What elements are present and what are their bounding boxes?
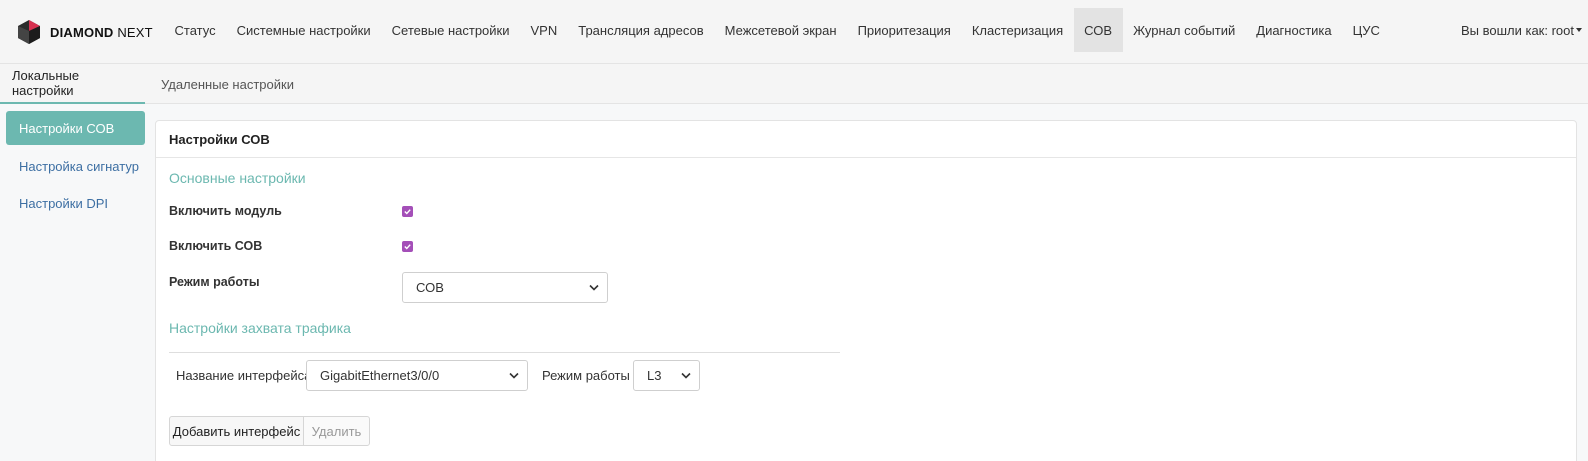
- interface-mode-select-value: L3: [647, 368, 662, 383]
- diamond-logo-icon: [18, 20, 40, 44]
- section-divider: [169, 352, 840, 353]
- interface-name-label: Название интерфейса: [176, 368, 312, 383]
- nav-diagnostics[interactable]: Диагностика: [1246, 8, 1342, 52]
- chevron-down-icon: [589, 284, 599, 291]
- chevron-down-icon: [681, 372, 691, 379]
- mode-select-value: СОВ: [416, 280, 444, 295]
- main-nav: Статус Системные настройки Сетевые настр…: [164, 8, 1390, 52]
- enable-ids-checkbox[interactable]: [402, 241, 413, 252]
- nav-event-log[interactable]: Журнал событий: [1123, 8, 1246, 52]
- sidebar-item-dpi-settings[interactable]: Настройки DPI: [6, 186, 145, 220]
- nav-qos[interactable]: Приоритезация: [847, 8, 961, 52]
- nav-ids[interactable]: СОВ: [1073, 8, 1123, 52]
- section-title-main: Основные настройки: [169, 170, 306, 186]
- enable-module-checkbox[interactable]: [402, 206, 413, 217]
- check-icon: [404, 209, 411, 215]
- tab-local-settings[interactable]: Локальные настройки: [0, 64, 145, 104]
- interface-select-value: GigabitEthernet3/0/0: [320, 368, 440, 383]
- caret-down-icon: [1576, 28, 1582, 32]
- tab-remote-settings[interactable]: Удаленные настройки: [149, 64, 306, 104]
- sidebar-item-ids-settings[interactable]: Настройки СОВ: [6, 111, 145, 145]
- enable-module-label: Включить модуль: [169, 204, 282, 218]
- user-menu[interactable]: Вы вошли как: root: [1461, 8, 1582, 52]
- nav-cms[interactable]: ЦУС: [1342, 8, 1390, 52]
- panel-title: Настройки СОВ: [156, 121, 1576, 158]
- top-navbar: DIAMOND NEXT Статус Системные настройки …: [0, 0, 1588, 64]
- enable-ids-label: Включить СОВ: [169, 239, 263, 253]
- check-icon: [404, 244, 411, 250]
- settings-panel: Настройки СОВ Основные настройки Включит…: [155, 120, 1577, 461]
- mode-select[interactable]: СОВ: [402, 272, 608, 303]
- nav-network-settings[interactable]: Сетевые настройки: [381, 8, 520, 52]
- nav-system-settings[interactable]: Системные настройки: [226, 8, 381, 52]
- add-interface-button[interactable]: Добавить интерфейс: [169, 416, 304, 446]
- chevron-down-icon: [509, 372, 519, 379]
- sidebar-item-signature-settings[interactable]: Настройка сигнатур: [6, 149, 145, 183]
- section-title-capture: Настройки захвата трафика: [169, 320, 351, 336]
- interface-select[interactable]: GigabitEthernet3/0/0: [306, 360, 528, 391]
- nav-firewall[interactable]: Межсетевой экран: [714, 8, 847, 52]
- delete-interface-button[interactable]: Удалить: [303, 416, 370, 446]
- mode-label: Режим работы: [169, 275, 260, 289]
- brand-name: DIAMOND NEXT: [50, 24, 153, 40]
- nav-clustering[interactable]: Кластеризация: [961, 8, 1073, 52]
- nav-nat[interactable]: Трансляция адресов: [568, 8, 714, 52]
- interface-mode-label: Режим работы: [542, 368, 630, 383]
- nav-vpn[interactable]: VPN: [520, 8, 568, 52]
- sub-tabs: Локальные настройки Удаленные настройки: [0, 64, 1588, 104]
- brand-logo[interactable]: DIAMOND NEXT: [16, 17, 153, 47]
- nav-status[interactable]: Статус: [164, 8, 226, 52]
- user-label: Вы вошли как: root: [1460, 22, 1574, 38]
- interface-mode-select[interactable]: L3: [633, 360, 700, 391]
